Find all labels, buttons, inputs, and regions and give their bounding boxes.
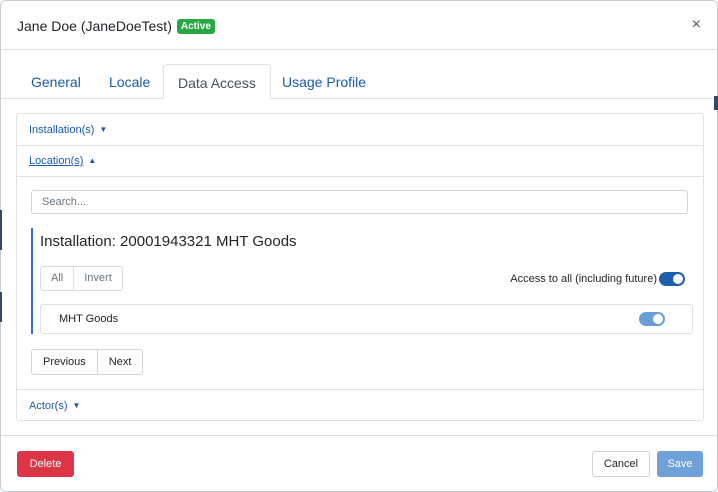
- toggle-knob: [653, 314, 663, 324]
- tab-data-access[interactable]: Data Access: [163, 64, 271, 100]
- invert-selection-button[interactable]: Invert: [73, 267, 122, 290]
- next-page-button[interactable]: Next: [96, 350, 143, 374]
- pagination: Previous Next: [31, 349, 144, 375]
- location-search-input[interactable]: [31, 190, 688, 214]
- chevron-down-icon: ▼: [99, 125, 108, 134]
- background-edge: [0, 292, 2, 322]
- tab-locale[interactable]: Locale: [95, 64, 164, 98]
- close-icon[interactable]: ×: [692, 17, 701, 33]
- dialog-header: Jane Doe (JaneDoeTest) Active ×: [1, 1, 717, 50]
- locations-section-toggle[interactable]: Location(s) ▲: [29, 155, 96, 167]
- delete-button[interactable]: Delete: [17, 451, 74, 477]
- dialog-title-row: Jane Doe (JaneDoeTest) Active: [17, 18, 215, 34]
- section-divider: [17, 145, 703, 146]
- previous-page-button[interactable]: Previous: [32, 350, 97, 374]
- background-edge: [714, 96, 718, 110]
- locations-section-label: Location(s): [29, 155, 84, 167]
- status-badge: Active: [176, 18, 215, 34]
- tab-general[interactable]: General: [17, 64, 95, 98]
- actors-section-toggle[interactable]: Actor(s) ▼: [29, 400, 80, 412]
- actors-section-label: Actor(s): [29, 400, 68, 412]
- data-access-panel: Installation(s) ▼ Location(s) ▲ Installati…: [16, 113, 704, 421]
- background-edge: [0, 210, 2, 250]
- cancel-button[interactable]: Cancel: [592, 451, 650, 477]
- save-button[interactable]: Save: [657, 451, 703, 477]
- installations-section-toggle[interactable]: Installation(s) ▼: [29, 124, 107, 136]
- section-divider: [17, 176, 703, 177]
- installations-section-label: Installation(s): [29, 124, 95, 136]
- location-name: MHT Goods: [59, 313, 119, 325]
- section-divider: [17, 389, 703, 390]
- dialog-title: Jane Doe (JaneDoeTest): [17, 18, 172, 34]
- toggle-knob: [673, 274, 683, 284]
- tab-usage-profile[interactable]: Usage Profile: [268, 64, 380, 98]
- tab-bar: General Locale Data Access Usage Profile: [17, 64, 703, 100]
- footer-divider: [1, 435, 717, 436]
- select-all-button[interactable]: All: [41, 267, 73, 290]
- user-edit-dialog: Jane Doe (JaneDoeTest) Active × General …: [0, 0, 718, 492]
- access-all-toggle[interactable]: [659, 272, 685, 286]
- selection-button-group: All Invert: [40, 266, 123, 291]
- access-all-label: Access to all (including future): [510, 273, 657, 285]
- chevron-down-icon: ▼: [72, 401, 81, 410]
- installation-group: Installation: 20001943321 MHT Goods All …: [31, 228, 693, 334]
- location-row: MHT Goods: [40, 304, 693, 334]
- chevron-up-icon: ▲: [88, 156, 97, 165]
- installation-title: Installation: 20001943321 MHT Goods: [40, 233, 297, 250]
- location-access-toggle[interactable]: [639, 312, 665, 326]
